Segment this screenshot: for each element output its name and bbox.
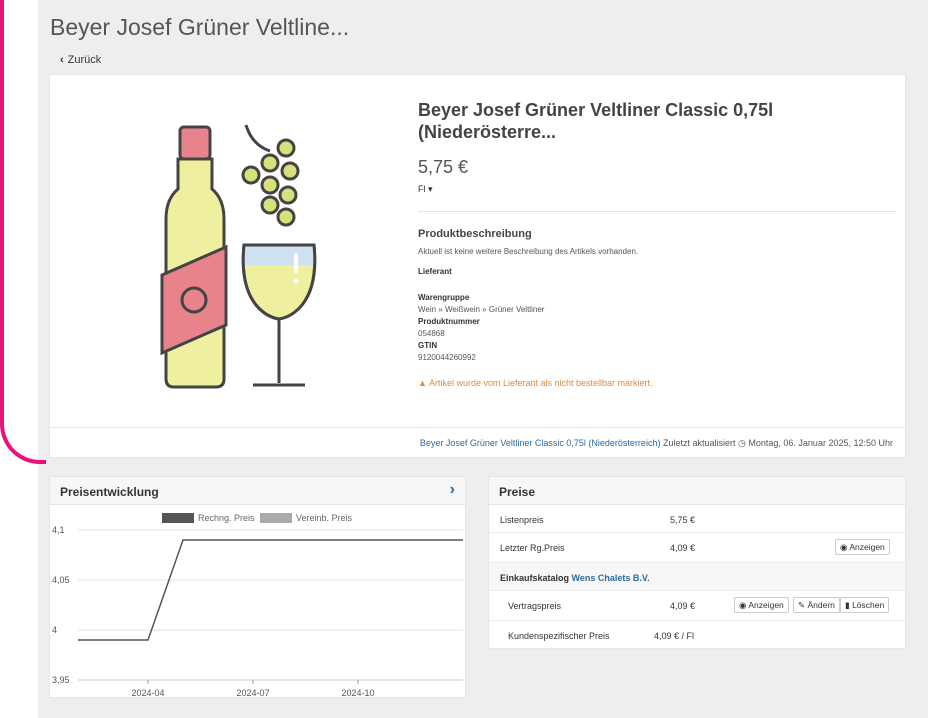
group-value: Wein » Weißwein » Grüner Veltliner	[418, 305, 545, 314]
gtin-value: 9120044260992	[418, 353, 476, 362]
product-name: Beyer Josef Grüner Veltliner Classic 0,7…	[418, 100, 774, 142]
group-label: Warengruppe	[418, 293, 470, 302]
page-title: Beyer Josef Grüner Veltline...	[50, 14, 350, 40]
number-label: Produktnummer	[418, 317, 480, 326]
caret-down-icon: ▾	[428, 184, 433, 194]
legend-swatch	[162, 513, 194, 523]
page-background: Beyer Josef Grüner Veltline... ‹Zurück	[38, 0, 928, 718]
last-price-value: 4,09 €	[670, 543, 696, 553]
prices-panel: Preise Listenpreis 5,75 € Letzter Rg.Pre…	[488, 476, 906, 650]
list-price-value: 5,75 €	[670, 515, 696, 525]
custom-price-value: 4,09 € / Fl	[654, 631, 695, 641]
eye-icon: ◉	[840, 542, 848, 552]
show-button-label: Anzeigen	[748, 600, 784, 610]
pencil-icon: ✎	[798, 600, 806, 610]
contract-price-value: 4,09 €	[670, 601, 696, 611]
custom-price-label: Kundenspezifischer Preis	[508, 631, 610, 641]
description-text: Aktuell ist keine weitere Beschreibung d…	[418, 247, 639, 256]
list-price-label: Listenpreis	[500, 515, 544, 525]
card-footer: Beyer Josef Grüner Veltliner Classic 0,7…	[50, 427, 905, 457]
last-price-row: Letzter Rg.Preis 4,09 € ◉ Anzeigen	[489, 533, 905, 563]
product-info: Beyer Josef Grüner Veltliner Classic 0,7…	[418, 99, 896, 388]
y-tick-label: 4,1	[52, 525, 65, 535]
series-line	[78, 539, 463, 641]
eye-icon: ◉	[739, 600, 747, 610]
legend-label: Vereinb. Preis	[296, 513, 353, 523]
x-tick-label: 2024-10	[341, 688, 374, 697]
highlight-bracket	[0, 0, 46, 464]
price-history-panel: Preisentwicklung › Rechng. Preis Vereinb.…	[49, 476, 466, 698]
product-price: 5,75 €	[418, 157, 469, 177]
gtin-label: GTIN	[418, 341, 438, 350]
product-card: Beyer Josef Grüner Veltliner Classic 0,7…	[49, 74, 906, 458]
description-heading: Produktbeschreibung	[418, 228, 532, 240]
divider	[418, 211, 896, 212]
delete-button[interactable]: ▮ Löschen	[840, 597, 890, 613]
y-tick-label: 3,95	[52, 675, 70, 685]
prices-header: Preise	[489, 477, 905, 505]
catalog-label: Einkaufskatalog Wens Chalets B.V.	[500, 573, 650, 583]
custom-price-row: Kundenspezifischer Preis 4,09 € / Fl	[489, 621, 905, 649]
catalog-name-link[interactable]: Wens Chalets B.V.	[572, 573, 650, 583]
x-tick-label: 2024-04	[131, 688, 164, 697]
price-history-title: Preisentwicklung	[60, 485, 159, 499]
unit-selector[interactable]: Fl ▾	[418, 184, 896, 195]
legend-swatch	[260, 513, 292, 523]
chevron-left-icon: ‹	[60, 54, 64, 66]
back-label: Zurück	[67, 54, 102, 66]
unit-label: Fl	[418, 184, 426, 194]
warning-message: ▲ Artikel wurde vom Lieferant als nicht …	[418, 378, 896, 388]
show-contract-price-button[interactable]: ◉ Anzeigen	[734, 597, 789, 613]
show-last-price-button[interactable]: ◉ Anzeigen	[835, 539, 890, 555]
updated-label: Zuletzt aktualisiert	[662, 438, 736, 448]
chevron-right-icon[interactable]: ›	[450, 481, 455, 499]
wine-illustration	[150, 115, 320, 395]
list-price-row: Listenpreis 5,75 €	[489, 505, 905, 533]
back-link[interactable]: ‹ Zurück	[60, 54, 101, 66]
edit-button-label: Ändern	[807, 600, 835, 610]
number-value: 054868	[418, 329, 445, 338]
contract-price-row: Vertragspreis 4,09 € ◉ Anzeigen ✎ Ändern…	[489, 591, 905, 621]
catalog-row: Einkaufskatalog Wens Chalets B.V.	[489, 563, 905, 591]
delete-button-label: Löschen	[852, 600, 885, 610]
legend-label: Rechng. Preis	[198, 513, 255, 523]
supplier-label: Lieferant	[418, 267, 452, 276]
contract-price-label: Vertragspreis	[508, 601, 562, 611]
edit-button[interactable]: ✎ Ändern	[793, 597, 840, 613]
product-footer-link[interactable]: Beyer Josef Grüner Veltliner Classic 0,7…	[420, 438, 661, 448]
warning-icon: ▲	[418, 378, 427, 388]
trash-icon: ▮	[845, 600, 850, 610]
y-tick-label: 4,05	[52, 575, 70, 585]
price-chart: Rechng. Preis Vereinb. Preis 4,1 4,05 4 3,95 2…	[52, 513, 463, 698]
clock-icon: ◷	[738, 438, 746, 448]
catalog-label-text: Einkaufskatalog	[500, 573, 570, 583]
warning-text: Artikel wurde vom Lieferant als nicht be…	[428, 378, 653, 388]
updated-date: Montag, 06. Januar 2025, 12:50 Uhr	[748, 438, 893, 448]
x-tick-label: 2024-07	[236, 688, 269, 697]
price-history-header: Preisentwicklung ›	[50, 477, 465, 505]
y-tick-label: 4	[52, 625, 57, 635]
last-price-label: Letzter Rg.Preis	[500, 543, 565, 553]
show-button-label: Anzeigen	[849, 542, 885, 552]
